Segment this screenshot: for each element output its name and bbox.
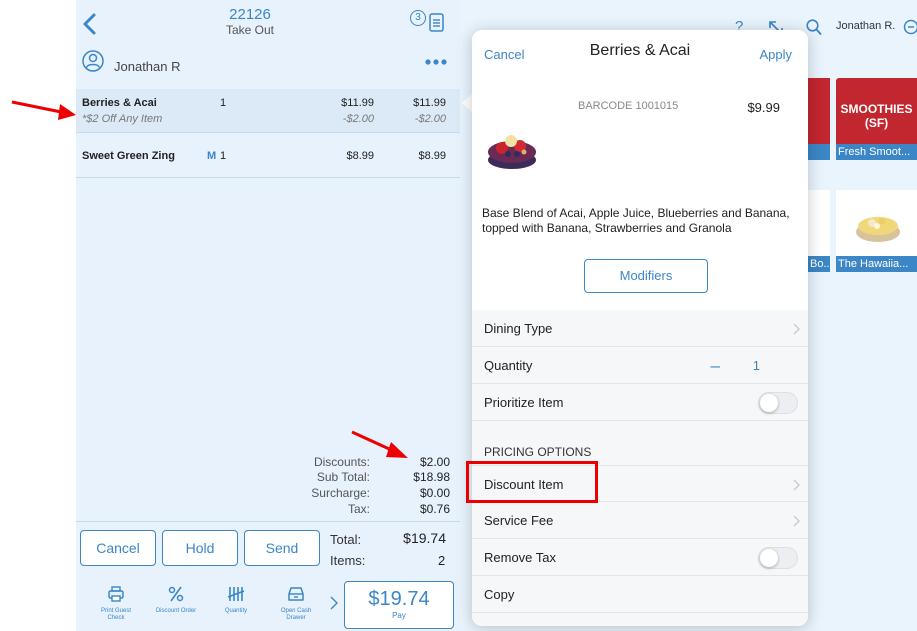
menu-tile[interactable] [808,190,830,256]
user-menu-icon[interactable] [903,19,917,35]
prioritize-item-label: Prioritize Item [484,395,564,410]
copy-row[interactable]: Copy [472,576,808,613]
pay-amount: $19.74 [368,588,430,610]
toggle-knob [760,549,778,567]
discount-order-label: Discount Order [155,608,197,614]
item-discount-price: -$2.00 [342,113,374,125]
item-discount-total: -$2.00 [414,113,446,125]
item-name: Berries & Acai [82,97,157,109]
item-price: $8.99 [346,150,374,162]
item-qty: 1 [220,150,227,162]
header-user-name[interactable]: Jonathan R. [836,20,895,32]
dining-type-label: Dining Type [484,321,553,336]
copy-label: Copy [484,587,515,602]
quantity-minus-button[interactable]: – [711,356,720,376]
item-edit-popover: Cancel Berries & Acai Apply BARCODE 1001… [472,30,808,626]
discount-item-highlight [466,461,598,503]
order-number: 22126 [229,6,271,23]
order-user-row[interactable]: Jonathan R [78,50,278,80]
item-barcode: BARCODE 1001015 [578,100,679,112]
item-modifier-flag: M [207,150,217,162]
service-fee-row[interactable]: Service Fee [472,502,808,539]
menu-tile-hawaiian[interactable] [836,190,917,256]
tally-icon [227,587,245,601]
subtotal-label: Sub Total: [316,470,370,484]
back-chevron-icon[interactable] [80,12,102,36]
remove-tax-row: Remove Tax [472,539,808,576]
pay-button[interactable]: $19.74 Pay [344,581,454,629]
menu-tile-caption [808,144,830,160]
printer-icon [108,586,124,602]
open-cash-drawer-button[interactable]: Open Cash Drawer [274,586,318,622]
prioritize-item-toggle[interactable] [758,392,798,414]
receipt-icon[interactable] [428,13,446,33]
surcharge-value: $0.00 [419,486,450,500]
item-name: Sweet Green Zing [82,150,175,162]
modifiers-button[interactable]: Modifiers [584,259,708,293]
menu-tile-caption: Bo... [808,256,830,272]
pricing-options-header: PRICING OPTIONS [484,445,592,459]
hawaiian-bowl-image [856,217,900,242]
item-price: $9.99 [747,100,780,115]
service-fee-label: Service Fee [484,513,554,528]
item-qty: 1 [220,97,227,109]
tax-label: Tax: [347,502,370,516]
dining-type-row[interactable]: Dining Type [472,310,808,347]
remove-tax-label: Remove Tax [484,550,557,565]
total-label: Total: [330,532,362,547]
discounts-value: $2.00 [419,455,450,469]
chevron-right-icon [793,323,800,335]
prioritize-item-row: Prioritize Item [472,384,808,421]
quantity-label: Quantity [224,608,248,614]
discount-order-button[interactable]: Discount Order [154,586,198,615]
item-price: $11.99 [341,97,374,109]
item-discount-label: *$2 Off Any Item [82,113,163,125]
quantity-value[interactable]: 1 [753,358,760,373]
order-line-item[interactable]: Sweet Green Zing M 1 $8.99 $8.99 [76,134,460,178]
subtotal-value: $18.98 [413,470,450,484]
toolbar-more-chevron-icon[interactable] [330,596,338,610]
menu-tile-smoothies-title: SMOOTHIES (SF) [840,102,913,130]
order-line-item[interactable]: Berries & Acai 1 $11.99 $11.99 *$2 Off A… [76,89,460,133]
chevron-right-icon [793,515,800,527]
pay-label: Pay [392,611,406,620]
open-cash-drawer-label: Open Cash Drawer [280,608,312,621]
print-guest-check-button[interactable]: Print Guest Check [94,586,138,622]
chevron-right-icon [793,479,800,491]
cancel-button[interactable]: Cancel [80,530,156,566]
order-type: Take Out [225,23,275,37]
item-total: $11.99 [413,97,446,109]
quantity-row: Quantity – 1 [472,347,808,384]
item-total: $8.99 [418,150,446,162]
quantity-button[interactable]: Quantity [214,586,258,615]
guest-count-badge[interactable]: 3 [410,10,426,26]
cash-drawer-icon [288,587,304,601]
menu-tile-hawaiian-caption: The Hawaiia... [836,256,917,272]
more-options-icon[interactable] [424,58,448,66]
popover-title: Berries & Acai [589,42,691,59]
send-button[interactable]: Send [244,530,320,566]
percent-icon [168,586,184,602]
tax-value: $0.76 [419,502,450,516]
remove-tax-toggle[interactable] [758,547,798,569]
menu-tile[interactable] [808,78,830,144]
popover-apply-button[interactable]: Apply [759,47,792,62]
items-label: Items: [330,553,366,568]
acai-bowl-image [488,135,536,169]
totals-divider [76,521,460,522]
items-count: 2 [438,553,446,568]
hold-button[interactable]: Hold [162,530,238,566]
quantity-label: Quantity [484,358,533,373]
total-value: $19.74 [403,530,446,546]
user-avatar-icon [82,50,104,72]
item-description: Base Blend of Acai, Apple Juice, Blueber… [482,206,790,235]
surcharge-label: Surcharge: [311,486,370,500]
search-icon[interactable] [806,19,822,36]
order-header: 22126 Take Out [185,6,315,37]
discounts-label: Discounts: [313,455,370,469]
toggle-knob [760,394,778,412]
menu-tile-smoothies-caption: Fresh Smoot... [836,144,917,160]
print-guest-check-label: Print Guest Check [100,608,131,621]
user-name: Jonathan R [114,59,181,74]
